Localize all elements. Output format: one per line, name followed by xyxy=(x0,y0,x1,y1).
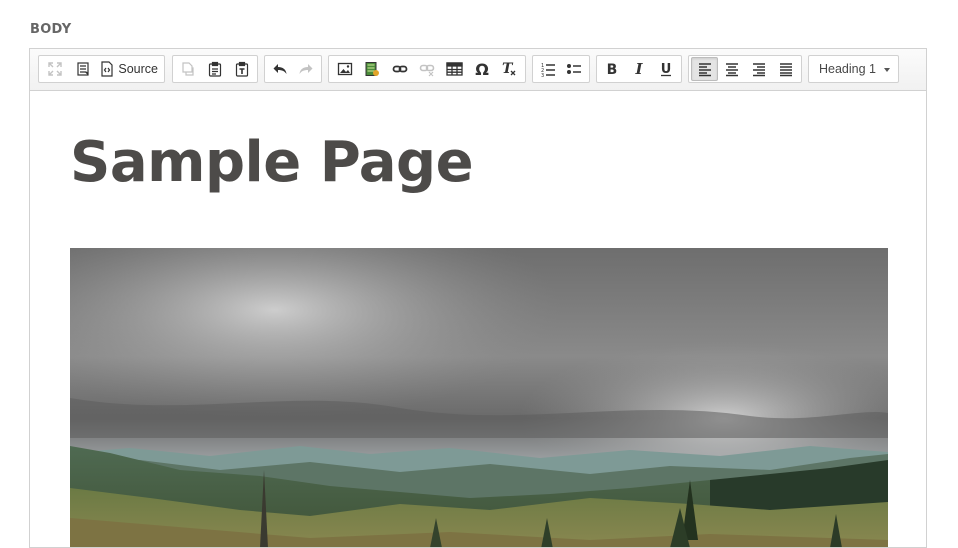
align-center-button[interactable] xyxy=(718,57,745,81)
undo-button[interactable] xyxy=(267,57,293,81)
svg-text:3: 3 xyxy=(541,73,544,77)
bold-icon: B xyxy=(607,62,618,77)
special-char-icon: Ω xyxy=(475,61,489,77)
remove-format-button[interactable]: T xyxy=(496,57,523,81)
media-button[interactable] xyxy=(358,57,385,81)
undo-icon xyxy=(273,64,287,74)
paste-text-icon xyxy=(235,61,248,77)
format-dropdown[interactable]: Heading 1 xyxy=(808,55,899,83)
underline-button[interactable]: U xyxy=(652,57,679,81)
special-char-button[interactable]: Ω xyxy=(468,57,495,81)
toolbar-group-lists: 1 2 3 xyxy=(532,55,590,83)
bold-button[interactable]: B xyxy=(599,57,626,81)
numbered-list-button[interactable]: 1 2 3 xyxy=(535,57,561,81)
table-button[interactable] xyxy=(441,57,468,81)
toolbar-group-history xyxy=(264,55,322,83)
maximize-icon xyxy=(48,62,62,76)
maximize-button[interactable] xyxy=(41,57,69,81)
copy-icon xyxy=(182,62,194,76)
align-left-button[interactable] xyxy=(691,57,719,81)
toolbar-group-insert: Ω T xyxy=(328,55,526,83)
link-icon xyxy=(392,65,407,73)
italic-icon: I xyxy=(634,61,643,77)
align-right-button[interactable] xyxy=(745,57,772,81)
editor-toolbar: Source Ω T 1 2 3 B I U Heading 1 xyxy=(30,49,926,91)
paste-button[interactable] xyxy=(202,57,229,81)
align-right-icon xyxy=(752,63,765,77)
align-left-icon xyxy=(698,63,711,77)
rich-text-editor: Source Ω T 1 2 3 B I U Heading 1 Sample … xyxy=(29,48,927,548)
table-icon xyxy=(446,62,463,76)
image-icon xyxy=(337,62,352,76)
remove-format-icon: T xyxy=(502,61,516,77)
format-dropdown-value: Heading 1 xyxy=(819,62,876,76)
image-button[interactable] xyxy=(331,57,358,81)
paste-text-button[interactable] xyxy=(228,57,255,81)
content-image[interactable] xyxy=(70,248,888,547)
show-blocks-icon xyxy=(76,62,89,76)
svg-text:B: B xyxy=(607,62,618,77)
align-center-icon xyxy=(725,63,738,77)
source-button[interactable]: Source xyxy=(96,57,162,81)
justify-icon xyxy=(779,63,792,77)
redo-button[interactable] xyxy=(293,57,319,81)
unlink-icon xyxy=(419,64,435,77)
media-icon xyxy=(365,62,380,76)
paste-icon xyxy=(208,61,222,77)
copy-button[interactable] xyxy=(175,57,202,81)
svg-text:I: I xyxy=(634,61,643,77)
show-blocks-button[interactable] xyxy=(69,57,97,81)
bulleted-list-icon xyxy=(567,64,581,74)
toolbar-group-alignment xyxy=(688,55,802,83)
svg-text:Ω: Ω xyxy=(475,61,489,77)
page-heading[interactable]: Sample Page xyxy=(70,129,474,197)
numbered-list-icon: 1 2 3 xyxy=(541,63,555,77)
source-button-label: Source xyxy=(118,62,158,76)
svg-text:U: U xyxy=(660,62,671,77)
chevron-down-icon xyxy=(884,68,890,72)
italic-button[interactable]: I xyxy=(626,57,653,81)
toolbar-group-basic-styles: B I U xyxy=(596,55,682,83)
underline-icon: U xyxy=(660,62,671,77)
field-label: BODY xyxy=(30,22,72,37)
toolbar-group-clipboard xyxy=(172,55,258,83)
editor-content[interactable]: Sample Page xyxy=(30,91,926,547)
toolbar-group-view: Source xyxy=(38,55,165,83)
bulleted-list-button[interactable] xyxy=(561,57,587,81)
redo-icon xyxy=(299,64,313,74)
justify-button[interactable] xyxy=(772,57,799,81)
source-icon xyxy=(101,61,113,77)
link-button[interactable] xyxy=(386,57,413,81)
unlink-button[interactable] xyxy=(413,57,440,81)
